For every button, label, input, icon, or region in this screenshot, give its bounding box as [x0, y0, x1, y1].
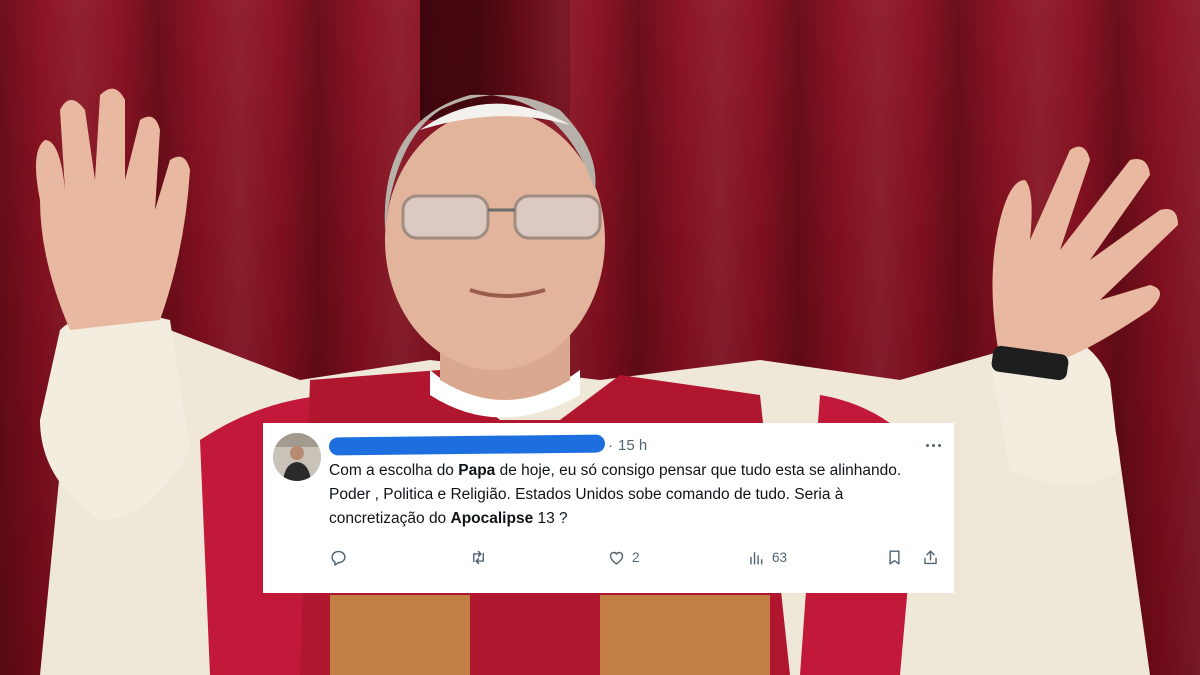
- like-button[interactable]: 2: [607, 545, 640, 569]
- share-icon: [924, 549, 937, 564]
- avatar-image: [273, 433, 321, 481]
- redacted-username[interactable]: [328, 434, 606, 456]
- tweet-card[interactable]: · 15 h Com a escolha do Papa de hoje, eu…: [263, 423, 954, 593]
- retweet-icon: [473, 550, 484, 564]
- tweet-header: · 15 h: [328, 434, 647, 456]
- tweet-actions-bar: 2 63: [329, 545, 943, 569]
- like-icon: [609, 551, 624, 565]
- tweet-timestamp[interactable]: 15 h: [618, 437, 647, 454]
- views-count: 63: [772, 549, 788, 565]
- separator-dot: ·: [608, 436, 613, 454]
- retweet-button[interactable]: [469, 545, 494, 569]
- views-icon: [750, 551, 763, 565]
- bookmark-icon: [889, 549, 900, 565]
- avatar[interactable]: [273, 433, 321, 481]
- bookmark-button[interactable]: [885, 545, 904, 569]
- more-icon[interactable]: [922, 435, 944, 455]
- tweet-text: Com a escolha do Papa de hoje, eu só con…: [329, 459, 929, 531]
- reply-button[interactable]: [329, 545, 354, 569]
- like-count: 2: [632, 549, 640, 565]
- tweet-text-bold-papa: Papa: [458, 462, 496, 479]
- reply-icon: [331, 550, 346, 566]
- tweet-text-part: 13 ?: [533, 510, 568, 527]
- tweet-text-part: Com a escolha do: [329, 462, 459, 479]
- share-button[interactable]: [921, 545, 940, 569]
- tweet-text-bold-apocalipse: Apocalipse: [450, 510, 534, 527]
- views-button[interactable]: 63: [747, 545, 787, 569]
